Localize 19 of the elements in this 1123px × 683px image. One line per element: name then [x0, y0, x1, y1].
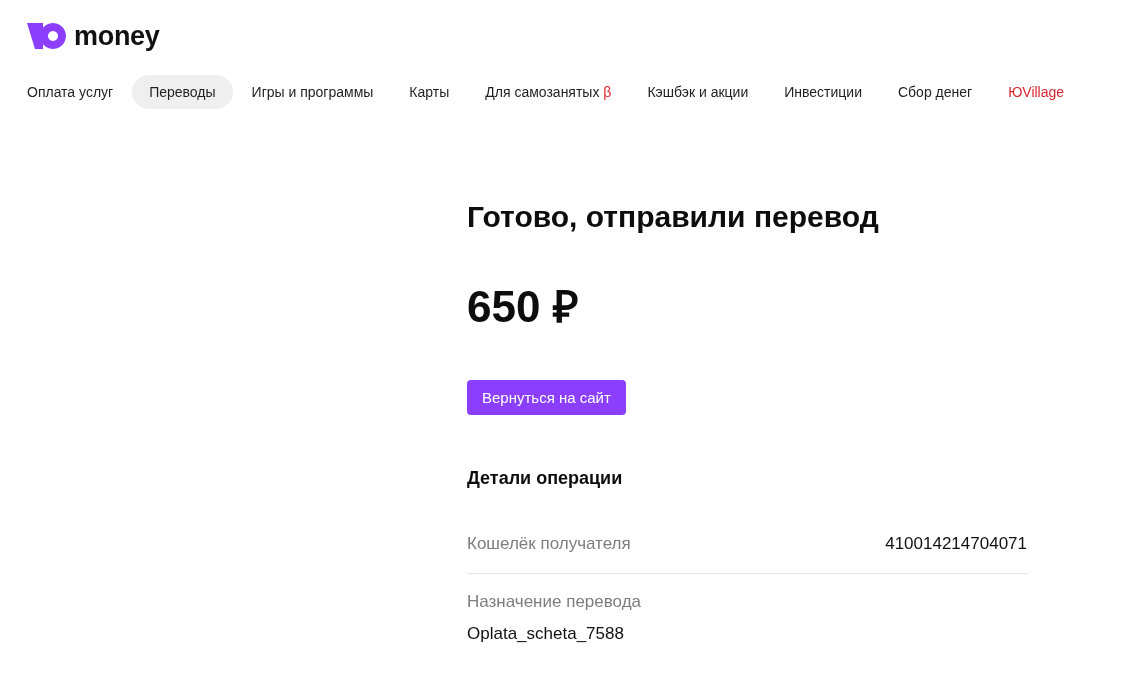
nav-tab[interactable]: Для самозанятых β	[468, 75, 629, 109]
nav-tab[interactable]: Игры и программы	[234, 75, 391, 109]
logo-text: money	[74, 21, 160, 51]
nav-tab[interactable]: Переводы	[132, 75, 233, 109]
nav-tab[interactable]: Инвестиции	[767, 75, 879, 109]
detail-value: Oplata_scheta_7588	[467, 623, 625, 645]
logo-icon	[27, 23, 66, 49]
detail-label: Кошелёк получателя	[467, 533, 631, 555]
detail-value: 410014214704071	[885, 533, 1027, 555]
section-title: Детали операции	[467, 467, 624, 490]
amount-text: 650 ₽	[467, 281, 580, 333]
return-button[interactable]: Вернуться на сайт	[467, 380, 626, 415]
nav-tab[interactable]: Сбор денег	[881, 75, 990, 109]
detail-label: Назначение перевода	[467, 591, 643, 613]
nav-tab[interactable]: Оплата услуг	[10, 75, 131, 109]
nav-tab[interactable]: Карты	[392, 75, 467, 109]
nav-tab[interactable]: ЮVillage	[991, 75, 1082, 109]
nav-tab[interactable]: Кэшбэк и акции	[630, 75, 766, 109]
page-title: Готово, отправили перевод	[467, 199, 880, 235]
